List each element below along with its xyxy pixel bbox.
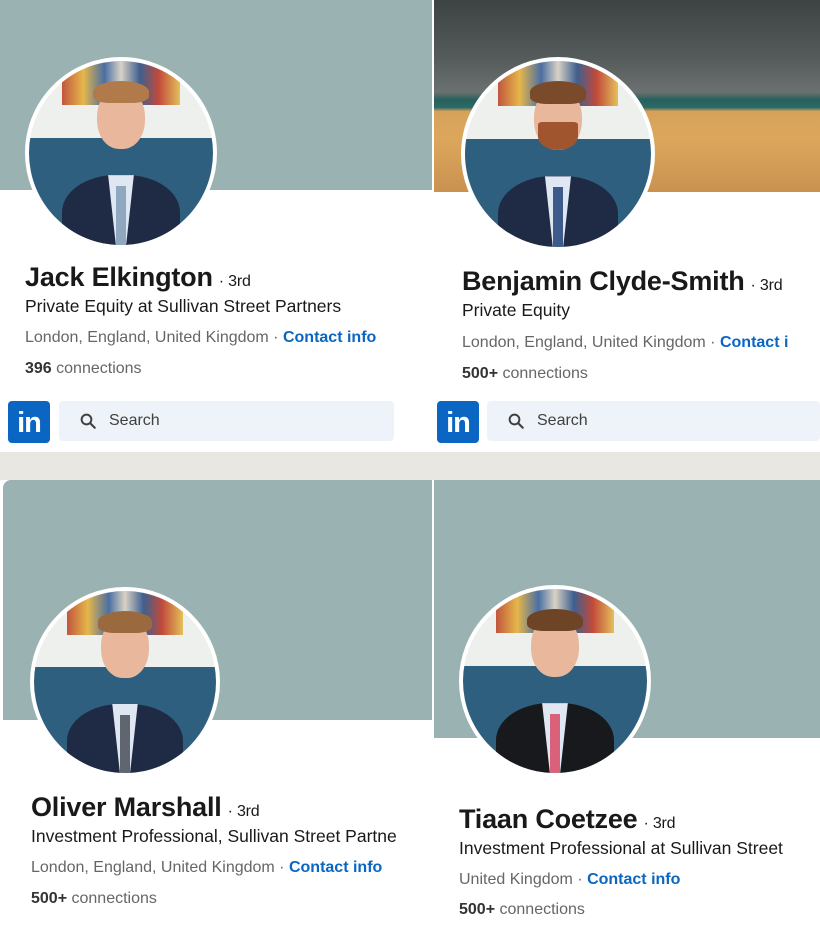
profile-location: London, England, United Kingdom · Contac… — [31, 859, 383, 876]
profile-location: United Kingdom · Contact info — [459, 871, 681, 888]
profile-photo[interactable] — [459, 585, 651, 777]
profile-name[interactable]: Tiaan Coetzee · 3rd — [459, 804, 676, 835]
profile-card-tiaan: Tiaan Coetzee · 3rd Investment Profession… — [434, 480, 820, 927]
profile-photo[interactable] — [30, 587, 220, 777]
profile-headline: Private Equity at Sullivan Street Partne… — [25, 296, 342, 316]
contact-info-link[interactable]: Contact info — [289, 859, 382, 876]
search-placeholder: Search — [109, 412, 160, 429]
profile-location: London, England, United Kingdom · Contac… — [462, 334, 789, 351]
profile-card-jack: Jack Elkington · 3rd Private Equity at Su… — [0, 0, 432, 392]
connection-degree: · 3rd — [750, 277, 783, 294]
linkedin-logo-icon[interactable]: in — [8, 401, 50, 443]
profile-name[interactable]: Jack Elkington · 3rd — [25, 262, 251, 293]
profile-photo[interactable] — [461, 57, 655, 251]
search-icon — [80, 413, 96, 429]
profile-headline: Investment Professional, Sullivan Street… — [31, 826, 397, 846]
section-divider — [0, 452, 820, 480]
search-placeholder: Search — [537, 412, 588, 429]
connections-count[interactable]: 500+ connections — [31, 890, 157, 908]
profile-headline: Investment Professional at Sullivan Stre… — [459, 838, 783, 858]
connection-degree: · 3rd — [643, 815, 676, 832]
connections-count[interactable]: 500+ connections — [462, 365, 588, 383]
connection-degree: · 3rd — [218, 273, 251, 290]
linkedin-navbar: in Search — [0, 392, 432, 452]
profile-headline: Private Equity — [462, 300, 570, 320]
profile-location: London, England, United Kingdom · Contac… — [25, 329, 377, 346]
connections-count[interactable]: 500+ connections — [459, 901, 585, 919]
profile-name[interactable]: Benjamin Clyde-Smith · 3rd — [462, 266, 783, 297]
linkedin-logo-icon[interactable]: in — [437, 401, 479, 443]
profile-card-benjamin: Benjamin Clyde-Smith · 3rd Private Equity… — [434, 0, 820, 392]
connections-count[interactable]: 396 connections — [25, 360, 142, 378]
profile-photo[interactable] — [25, 57, 217, 249]
search-input[interactable]: Search — [59, 401, 394, 441]
profile-card-oliver: Oliver Marshall · 3rd Investment Professi… — [3, 480, 432, 927]
contact-info-link[interactable]: Contact info — [283, 329, 376, 346]
linkedin-navbar: in Search — [434, 392, 820, 452]
contact-info-link[interactable]: Contact i — [720, 334, 788, 351]
contact-info-link[interactable]: Contact info — [587, 871, 680, 888]
profile-name[interactable]: Oliver Marshall · 3rd — [31, 792, 260, 823]
search-input[interactable]: Search — [487, 401, 820, 441]
connection-degree: · 3rd — [227, 803, 260, 820]
search-icon — [508, 413, 524, 429]
